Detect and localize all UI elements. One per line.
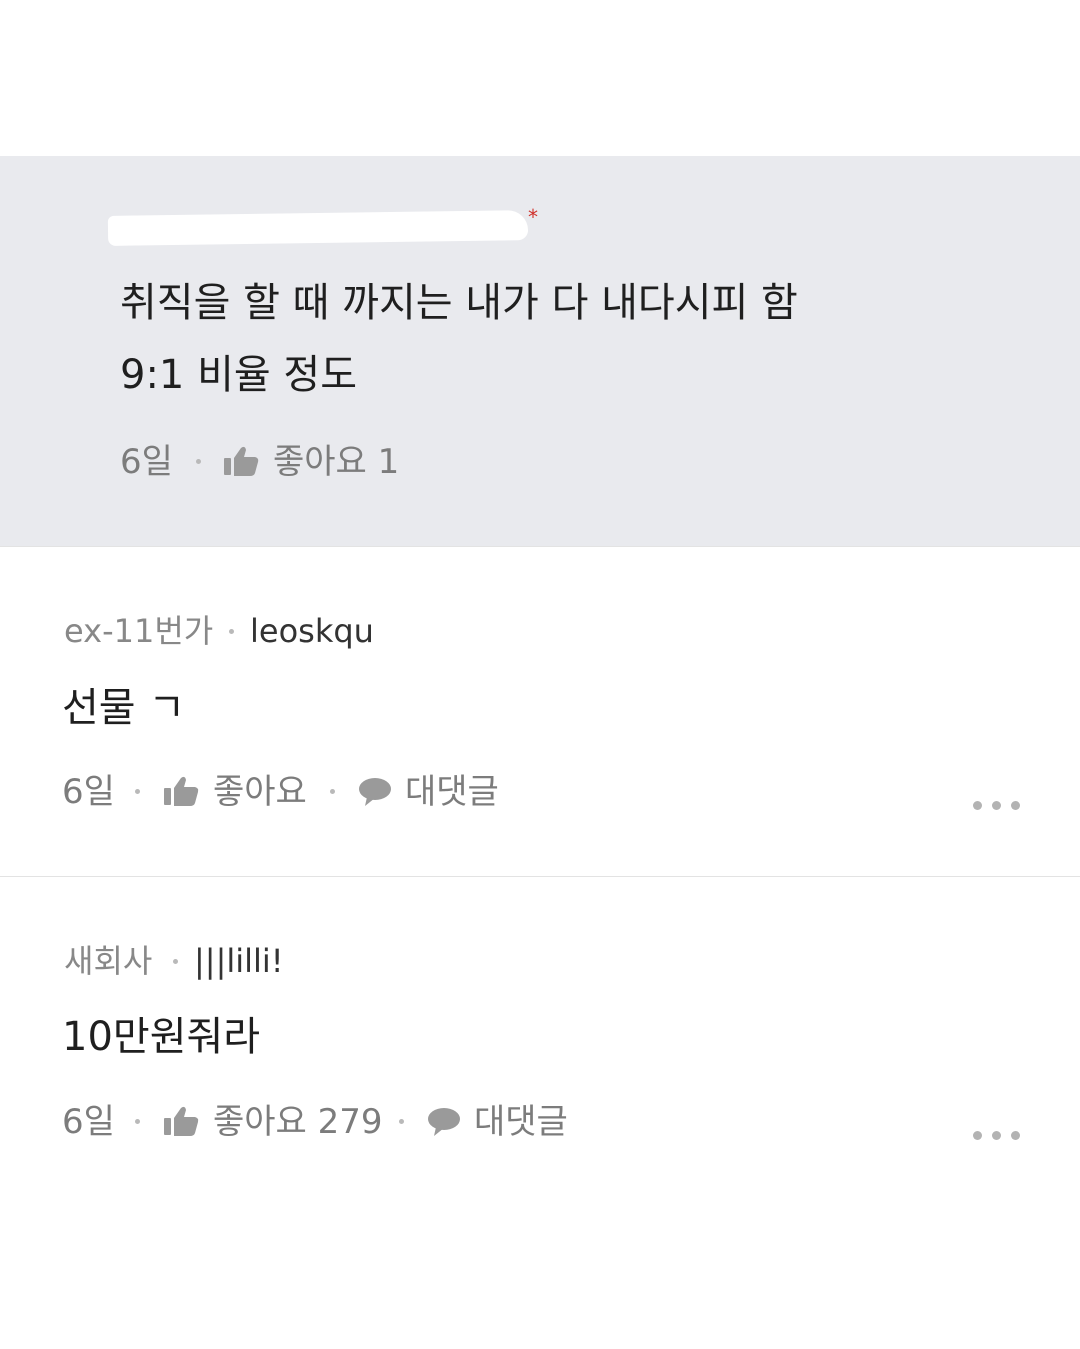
comment-author-nickname[interactable]: leoskqu [250,615,374,647]
more-options-icon[interactable] [973,1127,1023,1141]
comment-author-company[interactable]: 새회사 [64,945,152,977]
thumbs-up-icon[interactable] [162,1105,200,1137]
reply-button[interactable]: 대댓글 [405,775,499,809]
thumbs-up-icon[interactable] [222,445,260,477]
thumbs-up-icon[interactable] [162,775,200,807]
divider [0,546,1080,547]
separator-dot [135,789,140,794]
separator-dot [196,459,201,464]
separator-dot [135,1119,140,1124]
separator-dot [330,789,335,794]
like-button[interactable]: 좋아요 1 [273,445,399,479]
redacted-author: * [107,205,538,247]
reply-text-line-2: 9:1 비율 정도 [120,352,358,398]
comment-author-nickname[interactable]: |||lilli! [194,945,284,977]
separator-dot [399,1119,404,1124]
separator-dot [229,629,234,634]
separator-dot [173,959,178,964]
comment-author-company[interactable]: ex-11번가 [64,615,213,647]
reply-text-line-1: 취직을 할 때 까지는 내가 다 내다시피 함 [120,280,798,326]
like-button[interactable]: 좋아요 [213,775,307,809]
more-options-icon[interactable] [973,797,1023,811]
speech-bubble-icon[interactable] [357,776,393,808]
comment-timestamp: 6일 [62,772,115,812]
redaction-scribble [107,210,529,246]
redaction-mark: * [528,205,538,229]
comment-text: 선물 ㄱ [62,685,186,731]
reply-button[interactable]: 대댓글 [474,1105,568,1139]
comment-timestamp: 6일 [62,1102,115,1142]
comment-text: 10만원줘라 [62,1014,261,1060]
divider [0,876,1080,877]
speech-bubble-icon[interactable] [426,1106,462,1138]
like-button[interactable]: 좋아요 279 [213,1105,383,1139]
reply-timestamp: 6일 [120,442,173,482]
